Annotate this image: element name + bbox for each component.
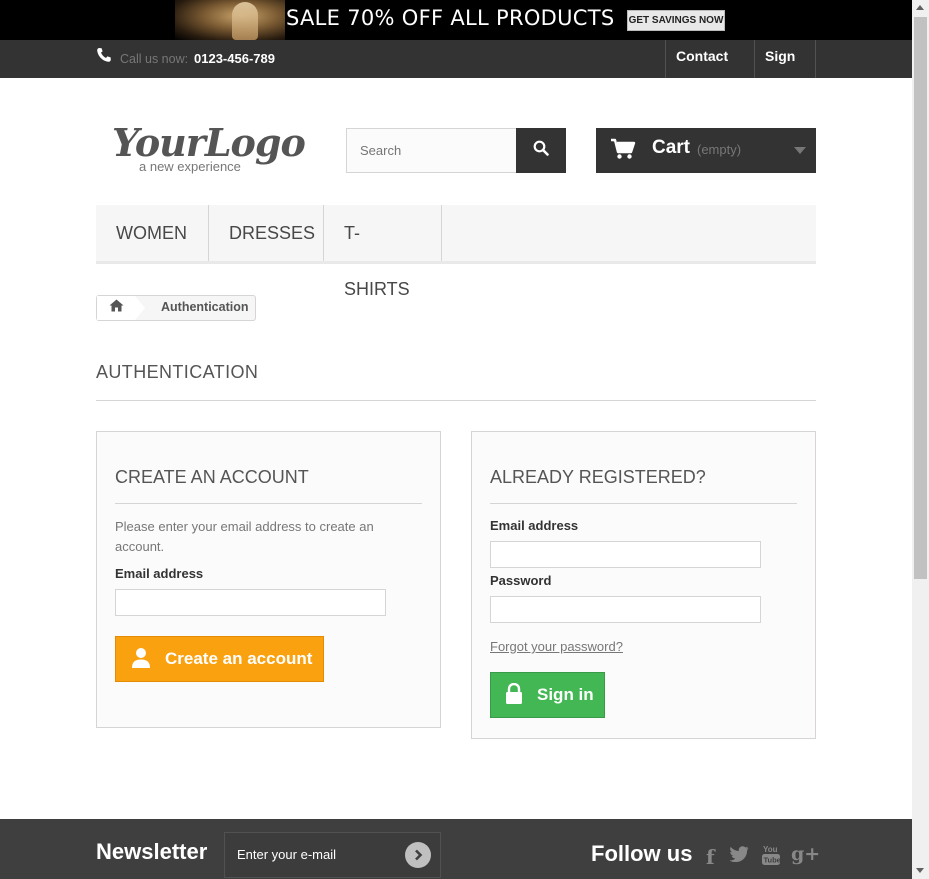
chevron-right-icon: [415, 849, 423, 861]
scroll-down-arrow[interactable]: [916, 868, 924, 873]
top-nav: Call us now: 0123-456-789 Contact us Sig…: [0, 40, 912, 97]
phone-number: 0123-456-789: [194, 51, 275, 66]
cart-icon: [610, 138, 636, 165]
google-plus-icon[interactable]: g+: [791, 843, 820, 865]
login-email-label: Email address: [490, 518, 579, 533]
login-title: ALREADY REGISTERED?: [490, 467, 706, 487]
cart-label: Cart: [652, 137, 691, 158]
main-menu: WOMEN DRESSES T-SHIRTS: [96, 205, 816, 299]
sign-in-button[interactable]: Sign in: [490, 672, 605, 718]
scroll-up-arrow[interactable]: [916, 5, 924, 10]
sign-in-label: Sign in: [537, 685, 594, 704]
create-account-divider: [115, 503, 422, 504]
breadcrumb-current: Authentication: [161, 300, 249, 314]
sign-in-link[interactable]: Sign in: [754, 40, 816, 97]
chevron-down-icon: [794, 147, 806, 154]
create-account-form: CREATE AN ACCOUNT Please enter your emai…: [96, 431, 441, 728]
scroll-thumb[interactable]: [914, 17, 927, 579]
newsletter-title: Newsletter: [96, 839, 208, 864]
password-label: Password: [490, 573, 552, 588]
create-account-button[interactable]: Create an account: [115, 636, 324, 682]
login-divider: [490, 503, 797, 504]
breadcrumb-separator: [135, 296, 145, 320]
search-input[interactable]: [346, 128, 517, 173]
youtube-icon[interactable]: You Tube: [762, 844, 781, 872]
promo-banner[interactable]: SALE 70% OFF ALL PRODUCTS GET SAVINGS NO…: [0, 0, 912, 40]
search-button[interactable]: [516, 128, 566, 173]
footer: Newsletter Enter your e-mail Follow us f…: [0, 819, 912, 879]
contact-us-link[interactable]: Contact us: [665, 40, 755, 97]
menu-item-women[interactable]: WOMEN: [96, 205, 209, 261]
banner-text: SALE 70% OFF ALL PRODUCTS: [286, 6, 615, 30]
create-email-field[interactable]: [115, 589, 386, 616]
create-account-description: Please enter your email address to creat…: [115, 519, 374, 554]
heading-divider: [96, 400, 816, 401]
page-title: AUTHENTICATION: [96, 362, 259, 382]
breadcrumb-home[interactable]: [97, 296, 135, 320]
home-icon: [109, 299, 124, 317]
newsletter-placeholder: Enter your e-mail: [237, 847, 336, 862]
logo-tagline: a new experience: [139, 159, 241, 174]
user-icon: [131, 647, 151, 674]
svg-text:You: You: [763, 845, 778, 854]
breadcrumb: Authentication: [96, 295, 256, 321]
newsletter-submit-button[interactable]: [405, 842, 431, 868]
follow-us-title: Follow us: [591, 841, 693, 866]
cart-block[interactable]: Cart (empty): [596, 128, 816, 173]
login-email-field[interactable]: [490, 541, 761, 568]
forgot-password-link[interactable]: Forgot your password?: [490, 639, 623, 654]
lock-icon: [505, 682, 523, 710]
newsletter-email-field[interactable]: Enter your e-mail: [224, 832, 441, 878]
menu-item-tshirts[interactable]: T-SHIRTS: [324, 205, 442, 299]
cart-status: (empty): [697, 142, 742, 157]
password-field[interactable]: [490, 596, 761, 623]
create-account-label: Create an account: [165, 649, 313, 668]
banner-model-image: [175, 0, 285, 40]
menu-item-dresses[interactable]: DRESSES: [209, 205, 324, 261]
banner-figure-image: [232, 2, 258, 40]
phone-icon: [96, 47, 112, 63]
create-email-label: Email address: [115, 566, 204, 581]
login-form: ALREADY REGISTERED? Email address Passwo…: [471, 431, 816, 739]
svg-text:Tube: Tube: [764, 856, 781, 865]
call-us-label: Call us now:: [120, 52, 189, 66]
search-icon: [533, 140, 549, 161]
facebook-icon[interactable]: f: [706, 845, 715, 869]
vertical-scrollbar[interactable]: [912, 0, 929, 879]
site-logo[interactable]: YourLogo a new experience: [112, 120, 306, 175]
get-savings-button[interactable]: GET SAVINGS NOW: [627, 10, 725, 31]
twitter-icon[interactable]: [729, 845, 749, 868]
create-account-title: CREATE AN ACCOUNT: [115, 467, 309, 487]
